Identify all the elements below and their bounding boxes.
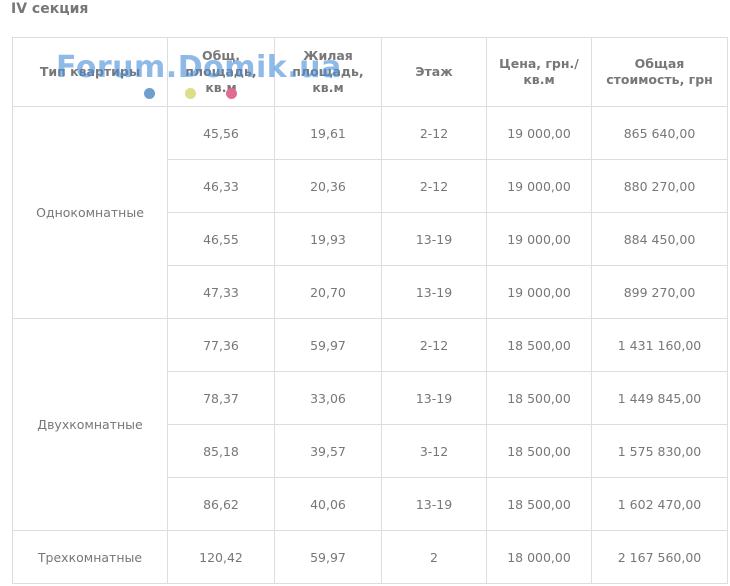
price-cell: 18 000,00 (486, 530, 592, 584)
section-title: IV секция (11, 1, 89, 17)
living-area-cell: 59,97 (274, 530, 382, 584)
table-row: Однокомнатные 45,56 19,61 2-12 19 000,00… (12, 106, 728, 319)
price-cell: 19 000,00 (486, 212, 592, 266)
floor-cell: 2 (381, 530, 487, 584)
total-area-cell: 45,56 (167, 106, 275, 160)
price-cell: 19 000,00 (486, 265, 592, 319)
apartment-price-table: Тип квартиры Общ. площадь, кв.м Жилая пл… (12, 37, 728, 584)
header-total-cost: Общая стоимость, грн (591, 37, 728, 107)
total-cost-cell: 865 640,00 (591, 106, 728, 160)
price-cell: 18 500,00 (486, 477, 592, 531)
price-cell: 18 500,00 (486, 371, 592, 425)
floor-cell: 2-12 (381, 318, 487, 372)
total-cost-cell: 1 431 160,00 (591, 318, 728, 372)
floor-cell: 13-19 (381, 265, 487, 319)
total-area-cell: 47,33 (167, 265, 275, 319)
total-area-cell: 86,62 (167, 477, 275, 531)
total-cost-cell: 899 270,00 (591, 265, 728, 319)
header-type: Тип квартиры (12, 37, 168, 107)
living-area-cell: 20,36 (274, 159, 382, 213)
total-cost-cell: 1 602 470,00 (591, 477, 728, 531)
header-floor: Этаж (381, 37, 487, 107)
table-row: Трехкомнатные 120,42 59,97 2 18 000,00 2… (12, 530, 728, 584)
floor-cell: 13-19 (381, 477, 487, 531)
price-cell: 18 500,00 (486, 424, 592, 478)
price-cell: 19 000,00 (486, 106, 592, 160)
living-area-cell: 40,06 (274, 477, 382, 531)
header-price: Цена, грн./ кв.м (486, 37, 592, 107)
total-cost-cell: 2 167 560,00 (591, 530, 728, 584)
total-area-cell: 77,36 (167, 318, 275, 372)
total-area-cell: 78,37 (167, 371, 275, 425)
apartment-type-cell: Однокомнатные (12, 106, 168, 319)
total-area-cell: 120,42 (167, 530, 275, 584)
floor-cell: 13-19 (381, 371, 487, 425)
total-cost-cell: 880 270,00 (591, 159, 728, 213)
total-area-cell: 46,55 (167, 212, 275, 266)
price-cell: 18 500,00 (486, 318, 592, 372)
living-area-cell: 59,97 (274, 318, 382, 372)
total-cost-cell: 884 450,00 (591, 212, 728, 266)
total-cost-cell: 1 449 845,00 (591, 371, 728, 425)
table-row: Двухкомнатные 77,36 59,97 2-12 18 500,00… (12, 318, 728, 531)
total-cost-cell: 1 575 830,00 (591, 424, 728, 478)
header-total-area: Общ. площадь, кв.м (167, 37, 275, 107)
floor-cell: 2-12 (381, 159, 487, 213)
price-cell: 19 000,00 (486, 159, 592, 213)
header-living-area: Жилая площадь, кв.м (274, 37, 382, 107)
living-area-cell: 19,93 (274, 212, 382, 266)
total-area-cell: 85,18 (167, 424, 275, 478)
total-area-cell: 46,33 (167, 159, 275, 213)
floor-cell: 3-12 (381, 424, 487, 478)
living-area-cell: 19,61 (274, 106, 382, 160)
living-area-cell: 33,06 (274, 371, 382, 425)
floor-cell: 13-19 (381, 212, 487, 266)
floor-cell: 2-12 (381, 106, 487, 160)
apartment-type-cell: Двухкомнатные (12, 318, 168, 531)
apartment-type-cell: Трехкомнатные (12, 530, 168, 584)
living-area-cell: 39,57 (274, 424, 382, 478)
table-header-row: Тип квартиры Общ. площадь, кв.м Жилая пл… (12, 37, 728, 107)
living-area-cell: 20,70 (274, 265, 382, 319)
